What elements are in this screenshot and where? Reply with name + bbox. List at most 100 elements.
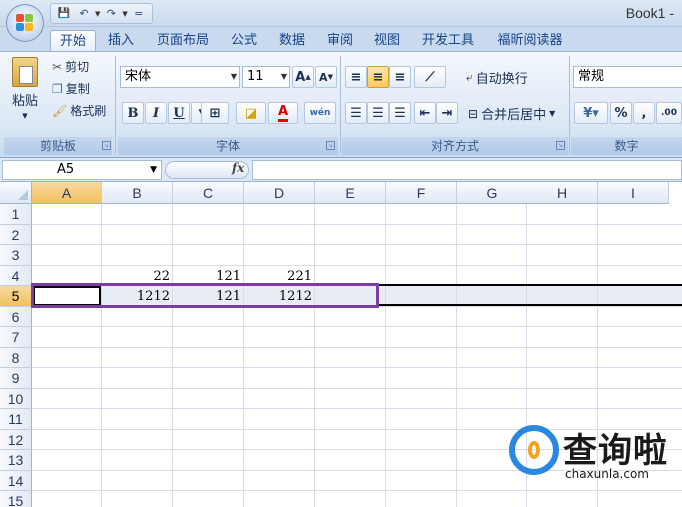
row-header-9[interactable]: 9 [0,368,32,389]
row-header-13[interactable]: 13 [0,450,32,471]
save-button[interactable]: 💾 [55,5,73,22]
number-group-label: 数字 [571,137,682,155]
office-button[interactable] [6,4,44,42]
increase-indent-button[interactable]: ⇥ [436,102,458,124]
paste-button[interactable]: 粘贴 ▼ [10,57,40,120]
borders-button[interactable]: ⊞ [201,102,229,124]
merge-center-button[interactable]: ⊟ 合并后居中 ▼ [468,104,556,124]
tab-review[interactable]: 审阅 [321,30,359,52]
column-header-c[interactable]: C [173,182,244,204]
row-gridline [32,244,682,245]
orientation-button[interactable]: ⟋ [414,66,446,88]
fx-icon: fx [232,161,245,175]
font-name-value: 宋体 [125,69,152,84]
align-bottom-button[interactable]: ≡ [389,66,411,88]
italic-button[interactable]: I [145,102,167,124]
wrap-text-button[interactable]: ⤶ 自动换行 [466,68,528,87]
row-header-12[interactable]: 12 [0,429,32,450]
tab-foxit-reader[interactable]: 福昕阅读器 [490,30,570,52]
row-gridline [32,387,682,389]
tab-formulas[interactable]: 公式 [225,30,263,52]
copy-button[interactable]: ❐ 复制 [52,80,90,97]
comma-label: , [641,105,647,121]
redo-button[interactable]: ↷ [102,5,120,22]
redo-dropdown-icon[interactable]: ▼ [122,10,127,18]
percent-button[interactable]: % [610,102,632,124]
chevron-down-icon: ▼ [549,109,556,118]
ribbon: 粘贴 ▼ ✂ 剪切 ❐ 复制 🖌 格式刷 剪贴板 ↘ 宋体 ▼ 11 ▼ A ▲ … [0,51,682,158]
row-header-5[interactable]: 5 [0,286,32,307]
font-color-button[interactable]: A [268,102,298,124]
column-header-i[interactable]: I [598,182,669,204]
align-top-button[interactable]: ≡ [345,66,367,88]
font-name-combo[interactable]: 宋体 ▼ [120,66,240,88]
shrink-font-button[interactable]: A ▼ [315,66,337,88]
italic-label: I [152,105,160,121]
align-left-button[interactable]: ☰ [345,102,367,124]
undo-dropdown-icon[interactable]: ▼ [95,10,100,18]
tab-developer[interactable]: 开发工具 [415,30,481,52]
column-gridline [172,204,173,507]
accounting-format-button[interactable]: ¥▾ [574,102,608,124]
decrease-indent-button[interactable]: ⇤ [414,102,436,124]
cut-label: 剪切 [65,60,90,74]
chevron-down-icon: ▼ [280,72,287,81]
row-header-14[interactable]: 14 [0,470,32,491]
column-header-b[interactable]: B [102,182,173,204]
customize-qat-button[interactable]: = [130,5,148,22]
alignment-launcher-icon[interactable]: ↘ [556,141,565,150]
column-header-g[interactable]: G [457,182,528,204]
align-right-button[interactable]: ☰ [389,102,411,124]
row-header-10[interactable]: 10 [0,388,32,409]
number-format-combo[interactable]: 常规 [573,66,682,88]
font-group-label: 字体 [118,137,338,155]
align-left-icon: ☰ [350,105,362,121]
comma-button[interactable]: , [633,102,655,124]
column-gridline [385,204,386,507]
row-header-4[interactable]: 4 [0,265,32,286]
row-header-3[interactable]: 3 [0,245,32,266]
grow-font-button[interactable]: A ▲ [292,66,314,88]
name-box[interactable]: A5 ▼ [2,160,162,180]
formula-input[interactable] [252,160,682,180]
wrap-text-icon: ⤶ [466,70,473,84]
align-bottom-icon: ≡ [394,69,406,85]
phonetic-button[interactable]: wén [304,102,336,124]
tab-view[interactable]: 视图 [368,30,406,52]
format-painter-button[interactable]: 🖌 格式刷 [52,102,106,119]
column-header-e[interactable]: E [315,182,386,204]
fill-bucket-icon: ◪ [244,105,258,121]
increase-decimal-button[interactable]: .00 [656,102,682,124]
tab-insert[interactable]: 插入 [102,30,140,52]
fill-color-button[interactable]: ◪ [236,102,266,124]
row-header-15[interactable]: 15 [0,491,32,507]
row-header-8[interactable]: 8 [0,347,32,368]
font-size-combo[interactable]: 11 ▼ [242,66,290,88]
column-header-a[interactable]: A [32,182,102,204]
row-header-7[interactable]: 7 [0,327,32,348]
tab-data[interactable]: 数据 [273,30,311,52]
align-center-button[interactable]: ☰ [367,102,389,124]
cut-button[interactable]: ✂ 剪切 [52,58,89,75]
undo-button[interactable]: ↶ [75,5,93,22]
row-header-1[interactable]: 1 [0,204,32,225]
row-header-11[interactable]: 11 [0,409,32,430]
column-header-f[interactable]: F [386,182,457,204]
insert-function-button[interactable]: fx [232,161,244,175]
grow-font-label: A [295,69,306,85]
column-header-d[interactable]: D [244,182,315,204]
tab-home[interactable]: 开始 [50,30,96,52]
format-painter-label: 格式刷 [70,104,107,118]
copy-label: 复制 [65,82,90,96]
font-launcher-icon[interactable]: ↘ [326,141,335,150]
bold-button[interactable]: B [122,102,144,124]
row-header-6[interactable]: 6 [0,306,32,327]
row-header-2[interactable]: 2 [0,224,32,245]
select-all-button[interactable] [0,182,32,204]
column-header-h[interactable]: H [527,182,598,204]
underline-button[interactable]: U [168,102,190,124]
tab-page-layout[interactable]: 页面布局 [150,30,216,52]
clipboard-launcher-icon[interactable]: ↘ [102,141,111,150]
align-middle-button[interactable]: ≡ [367,66,389,88]
watermark: 查询啦 chaxunla.com [505,421,682,507]
